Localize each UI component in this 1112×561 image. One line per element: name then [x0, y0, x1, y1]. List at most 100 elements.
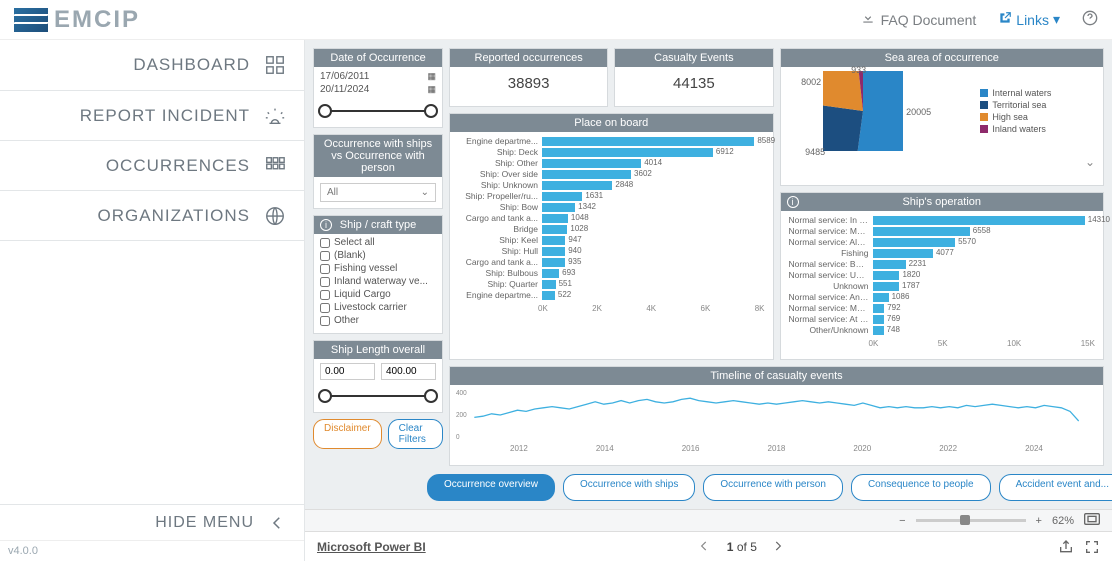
calendar-icon[interactable]: ▦ [427, 84, 436, 95]
bar-row[interactable]: Normal service: Man...6558 [789, 226, 1096, 236]
bar-row[interactable]: Normal service: At a...769 [789, 314, 1096, 324]
checkbox[interactable] [320, 251, 330, 261]
nav-organizations[interactable]: ORGANIZATIONS [0, 190, 304, 240]
zoom-out-button[interactable]: − [899, 515, 905, 527]
ship-type-option[interactable]: (Blank) [320, 249, 436, 262]
page-tab[interactable]: Occurrence with ships [563, 474, 695, 501]
ship-length-min[interactable] [320, 363, 375, 380]
timeline-svg[interactable]: 400 200 0 [456, 387, 1097, 441]
disclaimer-button[interactable]: Disclaimer [313, 419, 382, 449]
nav-report-incident[interactable]: REPORT INCIDENT [0, 90, 304, 140]
date-filter: Date of Occurrence 17/06/2011▦ 20/11/202… [313, 48, 443, 128]
hide-menu-button[interactable]: HIDE MENU [0, 504, 304, 540]
nav-dashboard[interactable]: DASHBOARD [0, 40, 304, 90]
next-page-button[interactable] [771, 539, 787, 555]
help-icon[interactable] [1082, 10, 1098, 29]
nav-organizations-label: ORGANIZATIONS [98, 206, 250, 226]
faq-link[interactable]: FAQ Document [861, 11, 977, 28]
checkbox[interactable] [320, 264, 330, 274]
length-range-slider[interactable] [322, 386, 434, 406]
calendar-icon[interactable]: ▦ [427, 71, 436, 82]
ship-type-option[interactable]: Liquid Cargo [320, 288, 436, 301]
occurrence-vs-filter: Occurrence with ships vs Occurrence with… [313, 134, 443, 209]
zoom-slider[interactable] [916, 519, 1026, 522]
dashboard-icon [264, 54, 286, 76]
ship-length-max[interactable] [381, 363, 436, 380]
bar-row[interactable]: Ship: Other4014 [458, 158, 765, 168]
zoom-in-button[interactable]: + [1036, 515, 1042, 527]
bar-row[interactable]: Normal service: Moo...792 [789, 303, 1096, 313]
date-from[interactable]: 17/06/2011 [320, 71, 369, 82]
bar-row[interactable]: Normal service: Anc...1086 [789, 292, 1096, 302]
clear-filters-button[interactable]: Clear Filters [388, 419, 443, 449]
pie-chart[interactable]: 933 8002 20005 9485 [823, 71, 903, 151]
powerbi-brand[interactable]: Microsoft Power BI [317, 540, 426, 554]
bar-row[interactable]: Ship: Propeller/ru...1631 [458, 191, 765, 201]
bar-row[interactable]: Ship: Unknown2848 [458, 180, 765, 190]
legend-item[interactable]: Inland waters [980, 124, 1060, 134]
bar-row[interactable]: Unknown1787 [789, 281, 1096, 291]
bar-row[interactable]: Ship: Hull940 [458, 246, 765, 256]
date-to[interactable]: 20/11/2024 [320, 84, 369, 95]
share-icon[interactable] [1058, 539, 1074, 555]
checkbox[interactable] [320, 290, 330, 300]
fit-to-page-icon[interactable] [1084, 513, 1100, 528]
info-icon[interactable]: i [787, 196, 799, 208]
checkbox[interactable] [320, 316, 330, 326]
globe-icon [264, 205, 286, 227]
bar-row[interactable]: Normal service: In p...14310 [789, 215, 1096, 225]
bar-row[interactable]: Normal service: Und...1820 [789, 270, 1096, 280]
bar-row[interactable]: Engine departme...8589 [458, 136, 765, 146]
bar-row[interactable]: Normal service: Bert...2231 [789, 259, 1096, 269]
ships-operation-bars[interactable]: Normal service: In p...14310Normal servi… [781, 211, 1104, 337]
slider-end-knob[interactable] [424, 104, 438, 118]
info-icon[interactable]: i [320, 219, 332, 231]
metrics-row: Reported occurrences 38893 Casualty Even… [449, 48, 774, 107]
nav-occurrences-label: OCCURRENCES [106, 156, 250, 176]
legend-item[interactable]: Territorial sea [980, 100, 1060, 110]
zoom-bar: − + 62% [305, 509, 1112, 531]
bar-row[interactable]: Ship: Keel947 [458, 235, 765, 245]
svg-text:400: 400 [456, 389, 467, 396]
bar-row[interactable]: Engine departme...522 [458, 290, 765, 300]
slider-end-knob[interactable] [424, 389, 438, 403]
chevron-down-icon[interactable]: ⌄ [781, 155, 1104, 173]
timeline-title: Timeline of casualty events [450, 367, 1103, 385]
nav-occurrences[interactable]: OCCURRENCES [0, 140, 304, 190]
occ-vs-dropdown[interactable]: All ⌄ [320, 183, 436, 202]
slider-start-knob[interactable] [318, 104, 332, 118]
ship-type-option[interactable]: Inland waterway ve... [320, 275, 436, 288]
bar-row[interactable]: Normal service: Alon...5570 [789, 237, 1096, 247]
checkbox[interactable] [320, 277, 330, 287]
place-on-board-bars[interactable]: Engine departme...8589Ship: Deck6912Ship… [450, 132, 773, 302]
ship-type-option[interactable]: Livestock carrier [320, 301, 436, 314]
bar-row[interactable]: Ship: Over side3602 [458, 169, 765, 179]
date-range-slider[interactable] [322, 101, 434, 121]
page-tab[interactable]: Occurrence overview [427, 474, 555, 501]
bar-row[interactable]: Cargo and tank a...1048 [458, 213, 765, 223]
checkbox[interactable] [320, 303, 330, 313]
page-tab[interactable]: Consequence to people [851, 474, 991, 501]
checkbox[interactable] [320, 238, 330, 248]
legend-item[interactable]: High sea [980, 112, 1060, 122]
bar-row[interactable]: Fishing4077 [789, 248, 1096, 258]
bar-row[interactable]: Bridge1028 [458, 224, 765, 234]
links-dropdown[interactable]: Links ▾ [998, 11, 1060, 28]
page-tab[interactable]: Accident event and... [999, 474, 1112, 501]
prev-page-button[interactable] [697, 539, 713, 555]
bar-row[interactable]: Other/Unknown748 [789, 325, 1096, 335]
bar-row[interactable]: Ship: Deck6912 [458, 147, 765, 157]
slider-start-knob[interactable] [318, 389, 332, 403]
bar-row[interactable]: Ship: Bow1342 [458, 202, 765, 212]
fullscreen-icon[interactable] [1084, 539, 1100, 555]
bar-row[interactable]: Ship: Bulbous693 [458, 268, 765, 278]
ship-type-option[interactable]: Other [320, 314, 436, 327]
ship-type-option[interactable]: Fishing vessel [320, 262, 436, 275]
legend-item[interactable]: Internal waters [980, 88, 1060, 98]
filter-sidebar: Date of Occurrence 17/06/2011▦ 20/11/202… [313, 48, 443, 501]
bar-row[interactable]: Ship: Quarter551 [458, 279, 765, 289]
page-tab[interactable]: Occurrence with person [703, 474, 843, 501]
bar-row[interactable]: Cargo and tank a...935 [458, 257, 765, 267]
ship-type-option[interactable]: Select all [320, 236, 436, 249]
metric-casualty-title: Casualty Events [615, 49, 772, 67]
